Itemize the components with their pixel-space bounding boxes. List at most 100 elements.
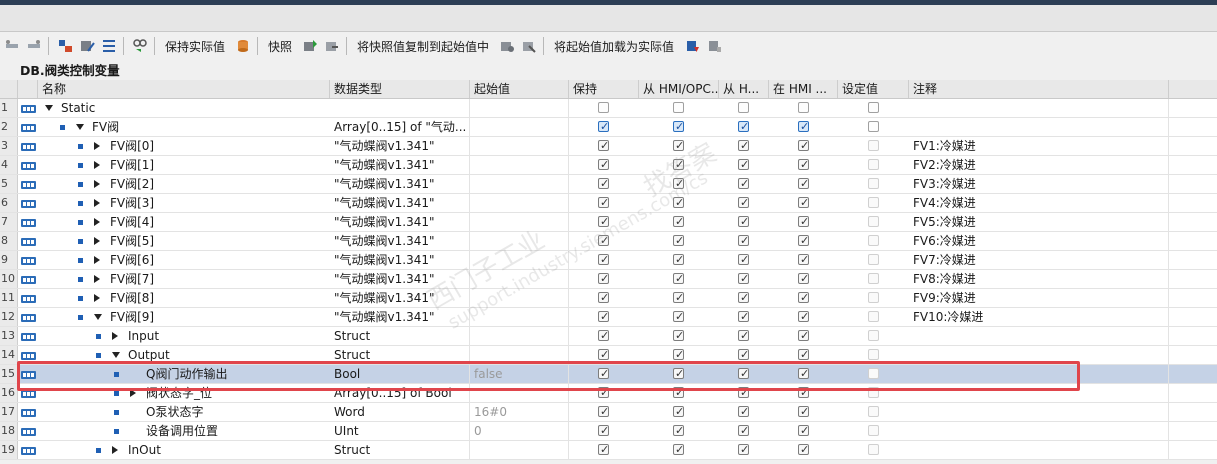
copy-start-icon[interactable] xyxy=(520,37,538,55)
expand-all-icon[interactable] xyxy=(56,37,74,55)
retain-checkbox[interactable]: ✓ xyxy=(598,292,609,303)
database-icon[interactable] xyxy=(234,37,252,55)
table-row[interactable]: 2 FV阀 Array[0..15] of "气动... ✓ ✓ ✓ ✓ xyxy=(0,118,1217,137)
from-hmi-opc-checkbox[interactable]: ✓ xyxy=(673,235,684,246)
start-value-cell[interactable] xyxy=(470,175,569,193)
retain-checkbox[interactable]: ✓ xyxy=(598,159,609,170)
setpoint-checkbox[interactable] xyxy=(868,140,879,151)
comment-cell[interactable]: FV5:冷媒进 xyxy=(909,213,1169,231)
comment-cell[interactable]: FV7:冷媒进 xyxy=(909,251,1169,269)
comment-cell[interactable] xyxy=(909,327,1169,345)
variable-name[interactable]: Q阀门动作输出 xyxy=(146,365,227,383)
expand-arrow-icon[interactable] xyxy=(94,256,100,264)
retain-checkbox[interactable]: ✓ xyxy=(598,235,609,246)
retain-checkbox[interactable]: ✓ xyxy=(598,216,609,227)
from-hmi-opc-checkbox[interactable]: ✓ xyxy=(673,140,684,151)
retain-checkbox[interactable]: ✓ xyxy=(598,387,609,398)
from-h-checkbox[interactable]: ✓ xyxy=(738,159,749,170)
start-value-cell[interactable] xyxy=(470,441,569,459)
header-comment[interactable]: 注释 xyxy=(909,80,1169,98)
variable-name[interactable]: Input xyxy=(128,327,159,345)
from-h-checkbox[interactable]: ✓ xyxy=(738,444,749,455)
retain-checkbox[interactable] xyxy=(598,102,609,113)
datatype-cell[interactable]: "气动蝶阀v1.341" xyxy=(330,251,470,269)
start-value-cell[interactable] xyxy=(470,346,569,364)
variable-name[interactable]: FV阀[2] xyxy=(110,175,154,193)
setpoint-checkbox[interactable] xyxy=(868,197,879,208)
comment-cell[interactable]: FV3:冷媒进 xyxy=(909,175,1169,193)
expand-arrow-icon[interactable] xyxy=(94,294,100,302)
from-hmi-opc-checkbox[interactable]: ✓ xyxy=(673,444,684,455)
setpoint-checkbox[interactable] xyxy=(868,273,879,284)
in-hmi-checkbox[interactable]: ✓ xyxy=(798,235,809,246)
retain-checkbox[interactable]: ✓ xyxy=(598,444,609,455)
retain-checkbox[interactable]: ✓ xyxy=(598,178,609,189)
snapshot-load-icon[interactable] xyxy=(301,37,319,55)
table-row[interactable]: 14 Output Struct ✓ ✓ ✓ ✓ xyxy=(0,346,1217,365)
datatype-cell[interactable]: "气动蝶阀v1.341" xyxy=(330,137,470,155)
start-value-cell[interactable] xyxy=(470,213,569,231)
copy-to-start-icon[interactable] xyxy=(498,37,516,55)
comment-cell[interactable] xyxy=(909,403,1169,421)
table-row[interactable]: 12 FV阀[9] "气动蝶阀v1.341" FV10:冷媒进 ✓ ✓ ✓ ✓ xyxy=(0,308,1217,327)
variable-name[interactable]: InOut xyxy=(128,441,161,459)
comment-cell[interactable]: FV8:冷媒进 xyxy=(909,270,1169,288)
from-hmi-opc-checkbox[interactable]: ✓ xyxy=(673,311,684,322)
from-h-checkbox[interactable] xyxy=(738,102,749,113)
setpoint-checkbox[interactable] xyxy=(868,292,879,303)
table-row[interactable]: 18 设备调用位置 UInt 0 ✓ ✓ ✓ ✓ xyxy=(0,422,1217,441)
load-actual-icon[interactable] xyxy=(683,37,701,55)
setpoint-checkbox[interactable] xyxy=(868,235,879,246)
copy-snapshot-to-start-button[interactable]: 将快照值复制到起始值中 xyxy=(351,38,495,55)
in-hmi-checkbox[interactable]: ✓ xyxy=(798,425,809,436)
table-row[interactable]: 9 FV阀[6] "气动蝶阀v1.341" FV7:冷媒进 ✓ ✓ ✓ ✓ xyxy=(0,251,1217,270)
in-hmi-checkbox[interactable]: ✓ xyxy=(798,140,809,151)
from-h-checkbox[interactable]: ✓ xyxy=(738,216,749,227)
setpoint-checkbox[interactable] xyxy=(868,425,879,436)
setpoint-checkbox[interactable] xyxy=(868,311,879,322)
setpoint-checkbox[interactable] xyxy=(868,406,879,417)
datatype-cell[interactable]: "气动蝶阀v1.341" xyxy=(330,308,470,326)
start-value-cell[interactable] xyxy=(470,289,569,307)
collapse-arrow-icon[interactable] xyxy=(45,105,53,111)
header-in-hmi[interactable]: 在 HMI ... xyxy=(769,80,838,98)
from-h-checkbox[interactable]: ✓ xyxy=(738,140,749,151)
in-hmi-checkbox[interactable]: ✓ xyxy=(798,330,809,341)
snapshot-button[interactable]: 快照 xyxy=(262,38,298,55)
setpoint-checkbox[interactable] xyxy=(868,178,879,189)
setpoint-checkbox[interactable] xyxy=(868,444,879,455)
datatype-cell[interactable] xyxy=(330,99,470,117)
edit-icon[interactable] xyxy=(78,37,96,55)
snapshot-copy-icon[interactable] xyxy=(323,37,341,55)
from-h-checkbox[interactable]: ✓ xyxy=(738,425,749,436)
in-hmi-checkbox[interactable]: ✓ xyxy=(798,292,809,303)
from-hmi-opc-checkbox[interactable]: ✓ xyxy=(673,368,684,379)
comment-cell[interactable] xyxy=(909,118,1169,136)
start-value-cell[interactable]: false xyxy=(470,365,569,383)
from-h-checkbox[interactable]: ✓ xyxy=(738,235,749,246)
comment-cell[interactable] xyxy=(909,365,1169,383)
datatype-cell[interactable]: UInt xyxy=(330,422,470,440)
datatype-cell[interactable]: Struct xyxy=(330,441,470,459)
comment-cell[interactable]: FV9:冷媒进 xyxy=(909,289,1169,307)
from-h-checkbox[interactable]: ✓ xyxy=(738,311,749,322)
in-hmi-checkbox[interactable]: ✓ xyxy=(798,273,809,284)
datatype-cell[interactable]: Word xyxy=(330,403,470,421)
collapse-arrow-icon[interactable] xyxy=(76,124,84,130)
from-hmi-opc-checkbox[interactable]: ✓ xyxy=(673,159,684,170)
table-row[interactable]: 17 O泵状态字 Word 16#0 ✓ ✓ ✓ ✓ xyxy=(0,403,1217,422)
from-hmi-opc-checkbox[interactable] xyxy=(673,102,684,113)
table-row[interactable]: 19 InOut Struct ✓ ✓ ✓ ✓ xyxy=(0,441,1217,460)
expand-arrow-icon[interactable] xyxy=(94,180,100,188)
variable-name[interactable]: FV阀[0] xyxy=(110,137,154,155)
in-hmi-checkbox[interactable]: ✓ xyxy=(798,159,809,170)
retain-checkbox[interactable]: ✓ xyxy=(598,273,609,284)
setpoint-checkbox[interactable] xyxy=(868,159,879,170)
start-value-cell[interactable] xyxy=(470,99,569,117)
header-setpoint[interactable]: 设定值 xyxy=(838,80,909,98)
retain-checkbox[interactable]: ✓ xyxy=(598,425,609,436)
start-value-cell[interactable] xyxy=(470,137,569,155)
start-value-cell[interactable] xyxy=(470,118,569,136)
in-hmi-checkbox[interactable]: ✓ xyxy=(798,368,809,379)
expand-arrow-icon[interactable] xyxy=(112,332,118,340)
